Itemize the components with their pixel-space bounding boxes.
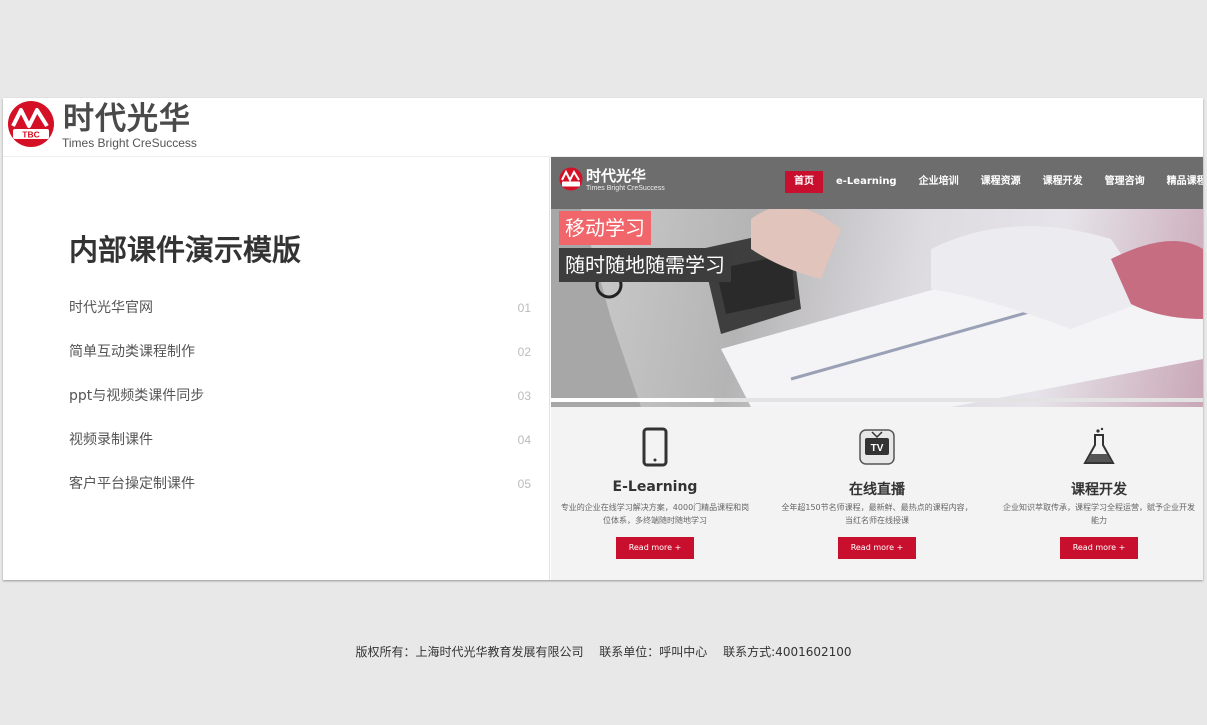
preview-logo-english: Times Bright CreSuccess xyxy=(586,185,665,192)
hero-banner[interactable]: 移动学习 随时随地随需学习 xyxy=(551,209,1203,407)
preview-nav-menu: 首页 e-Learning 企业培训 课程资源 课程开发 管理咨询 精品课程 xyxy=(785,171,1203,193)
course-menu: 时代光华官网 01 简单互动类课程制作 02 ppt与视频类课件同步 03 视频录制课… xyxy=(69,295,531,515)
site-preview: 时代光华 Times Bright CreSuccess 首页 e-Learni… xyxy=(551,157,1203,580)
menu-item-interactive-course[interactable]: 简单互动类课程制作 02 xyxy=(69,339,531,383)
menu-item-number: 02 xyxy=(517,345,531,359)
card-elearning: E-Learning 专业的企业在线学习解决方案，4000门精品课程和岗位体系，… xyxy=(555,427,755,567)
menu-item-official-site[interactable]: 时代光华官网 01 xyxy=(69,295,531,339)
svg-text:TV: TV xyxy=(871,443,884,454)
card-live-broadcast: TV 在线直播 全年超150节名师课程，最新鲜、最热点的课程内容，当红名师在线授… xyxy=(777,427,977,567)
nav-item-premium-courses[interactable]: 精品课程 xyxy=(1158,171,1203,193)
nav-item-course-development[interactable]: 课程开发 xyxy=(1034,171,1092,193)
logo-english-name: Times Bright CreSuccess xyxy=(62,136,197,150)
nav-item-home[interactable]: 首页 xyxy=(785,171,823,193)
card-course-development: 课程开发 企业知识萃取传承，课程学习全程运营，赋予企业开发能力 Read mor… xyxy=(999,427,1199,567)
card-title: 在线直播 xyxy=(849,482,905,498)
page-footer: 版权所有：上海时代光华教育发展有限公司 联系单位：呼叫中心 联系方式:40016… xyxy=(0,643,1207,660)
nav-item-enterprise-training[interactable]: 企业培训 xyxy=(910,171,968,193)
nav-item-management-consulting[interactable]: 管理咨询 xyxy=(1096,171,1154,193)
feature-cards: E-Learning 专业的企业在线学习解决方案，4000门精品课程和岗位体系，… xyxy=(551,427,1203,567)
menu-item-ppt-video-sync[interactable]: ppt与视频类课件同步 03 xyxy=(69,383,531,427)
card-description: 专业的企业在线学习解决方案，4000门精品课程和岗位体系，多终端随时随地学习 xyxy=(560,503,750,525)
page-title: 内部课件演示模版 xyxy=(69,233,302,267)
menu-item-label: ppt与视频类课件同步 xyxy=(69,388,205,404)
footer-unit: 联系单位：呼叫中心 xyxy=(599,645,708,659)
card-description: 全年超150节名师课程，最新鲜、最热点的课程内容，当红名师在线授课 xyxy=(781,503,973,525)
nav-item-elearning[interactable]: e-Learning xyxy=(827,171,906,193)
logo[interactable]: TBC 时代光华 Times Bright CreSuccess xyxy=(7,100,237,152)
read-more-button[interactable]: Read more + xyxy=(616,537,694,559)
menu-item-label: 视频录制课件 xyxy=(69,432,153,448)
left-panel: 内部课件演示模版 时代光华官网 01 简单互动类课程制作 02 ppt与视频类课件同… xyxy=(3,157,550,580)
menu-item-label: 时代光华官网 xyxy=(69,300,153,316)
menu-item-number: 04 xyxy=(517,433,531,447)
nav-item-course-resources[interactable]: 课程资源 xyxy=(972,171,1030,193)
tablet-icon xyxy=(642,427,668,467)
menu-item-label: 客户平台操定制课件 xyxy=(69,476,195,492)
menu-item-custom-platform[interactable]: 客户平台操定制课件 05 xyxy=(69,471,531,515)
tv-icon: TV xyxy=(859,429,895,465)
footer-copyright: 版权所有：上海时代光华教育发展有限公司 xyxy=(355,645,584,659)
tbc-logo-icon xyxy=(559,167,583,191)
card-title: 课程开发 xyxy=(1071,482,1127,498)
logo-mark-text: TBC xyxy=(22,130,39,140)
menu-item-number: 03 xyxy=(517,389,531,403)
footer-contact: 联系方式:4001602100 xyxy=(723,645,852,659)
preview-logo-chinese: 时代光华 xyxy=(586,167,647,185)
tbc-logo-icon: TBC xyxy=(8,101,54,147)
menu-item-label: 简单互动类课程制作 xyxy=(69,344,195,360)
logo-chinese-name: 时代光华 xyxy=(63,101,191,137)
banner-progress-bar xyxy=(551,398,1203,402)
card-description: 企业知识萃取传承，课程学习全程运营，赋予企业开发能力 xyxy=(1003,503,1195,525)
preview-navbar: 时代光华 Times Bright CreSuccess 首页 e-Learni… xyxy=(551,157,1203,209)
preview-logo[interactable]: 时代光华 Times Bright CreSuccess xyxy=(559,166,669,198)
read-more-button[interactable]: Read more + xyxy=(838,537,916,559)
main-frame: TBC 时代光华 Times Bright CreSuccess 内部课件演示模… xyxy=(3,98,1203,580)
flask-icon xyxy=(1083,427,1115,464)
banner-tag-mobile-learning: 移动学习 xyxy=(559,211,651,245)
banner-tag-slogan: 随时随地随需学习 xyxy=(559,248,731,282)
banner-progress-fill xyxy=(551,398,714,402)
menu-item-number: 01 xyxy=(517,301,531,315)
card-title: E-Learning xyxy=(612,479,698,495)
menu-item-video-recording[interactable]: 视频录制课件 04 xyxy=(69,427,531,471)
menu-item-number: 05 xyxy=(517,477,531,491)
read-more-button[interactable]: Read more + xyxy=(1060,537,1138,559)
